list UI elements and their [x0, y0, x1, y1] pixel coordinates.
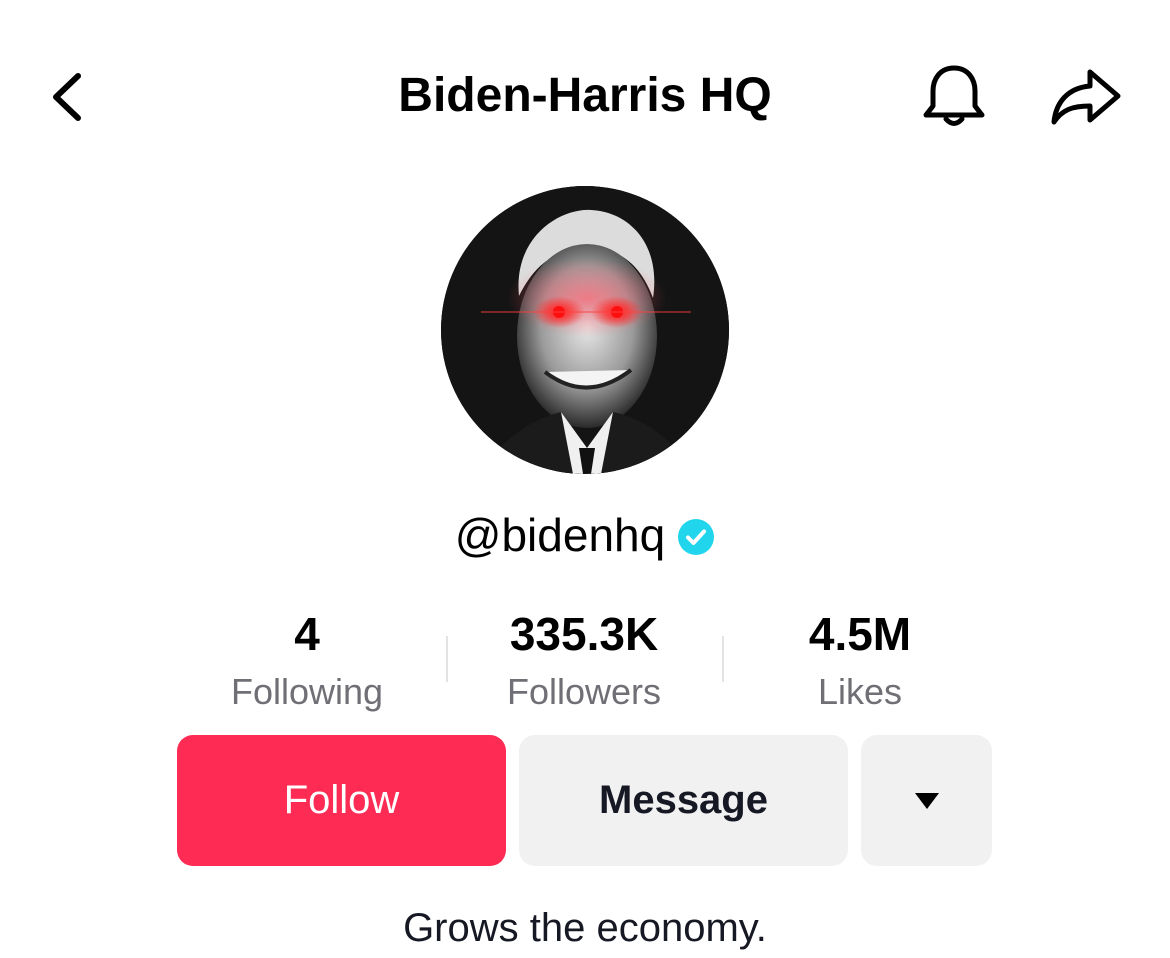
stat-likes[interactable]: 4.5M Likes — [720, 606, 1000, 720]
stat-label: Likes — [817, 671, 903, 712]
triangle-down-icon — [914, 792, 939, 809]
stat-value: 4.5M — [808, 608, 912, 660]
bell-icon — [923, 65, 985, 126]
follow-button[interactable]: Follow — [177, 735, 506, 866]
profile-stats: 4 Following 335.3K Followers 4.5M Likes — [0, 606, 1170, 716]
stat-label: Following — [230, 671, 384, 712]
avatar[interactable] — [441, 186, 729, 474]
share-arrow-icon — [1051, 69, 1121, 125]
username-row: @bidenhq — [0, 500, 1170, 570]
stat-followers[interactable]: 335.3K Followers — [444, 606, 724, 720]
profile-header: Biden-Harris HQ — [0, 0, 1170, 190]
verified-badge-icon — [678, 519, 715, 555]
message-button[interactable]: Message — [519, 735, 848, 866]
stat-label: Followers — [506, 671, 662, 712]
stat-value: 4 — [294, 608, 320, 660]
page-title: Biden-Harris HQ — [398, 69, 772, 122]
notification-bell-button[interactable] — [918, 60, 990, 132]
username: @bidenhq — [454, 509, 666, 561]
share-button[interactable] — [1046, 64, 1126, 134]
stat-value: 335.3K — [509, 608, 659, 660]
more-options-button[interactable] — [861, 735, 992, 866]
stat-following[interactable]: 4 Following — [167, 606, 447, 720]
avatar-photo — [441, 186, 729, 474]
profile-bio: Grows the economy. — [403, 906, 767, 950]
